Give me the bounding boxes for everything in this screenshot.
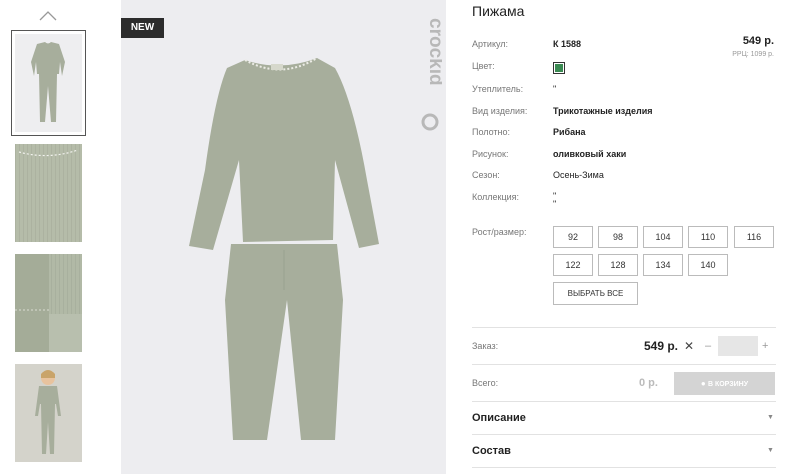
svg-text:crockid: crockid — [425, 18, 442, 86]
add-to-cart-button[interactable]: ● В КОРЗИНУ — [674, 372, 775, 395]
size-122-button[interactable]: 122 — [553, 254, 593, 276]
size-104-button[interactable]: 104 — [643, 226, 683, 248]
size-92-button[interactable]: 92 — [553, 226, 593, 248]
size-116-button[interactable]: 116 — [734, 226, 774, 248]
divider — [472, 364, 776, 365]
attr-value: Трикотажные изделия — [553, 106, 653, 116]
product-title: Пижама — [472, 3, 525, 19]
total-label: Всего: — [472, 378, 499, 388]
quantity-input[interactable] — [718, 336, 758, 356]
size-128-button[interactable]: 128 — [598, 254, 638, 276]
size-140-button[interactable]: 140 — [688, 254, 728, 276]
attr-label: Коллекция: — [472, 192, 520, 202]
add-to-cart-label: В КОРЗИНУ — [707, 381, 749, 388]
quantity-increase-button[interactable]: + — [762, 340, 768, 352]
total-value: 0 р. — [639, 377, 658, 389]
thumbnail-kid-model[interactable] — [15, 364, 82, 462]
attr-value: " — [553, 84, 557, 94]
new-badge: NEW — [121, 18, 164, 38]
thumbnail-full-product[interactable] — [11, 30, 86, 136]
size-134-button[interactable]: 134 — [643, 254, 683, 276]
select-all-button[interactable]: ВЫБРАТЬ ВСЕ — [553, 282, 638, 305]
divider — [472, 327, 776, 328]
collar-trim — [18, 149, 79, 157]
attr-value: оливковый хаки — [553, 149, 627, 159]
attr-label: Полотно: — [472, 127, 511, 137]
thumbnail-cuff[interactable] — [15, 254, 82, 352]
accordion-composition[interactable]: Состав — [472, 445, 511, 457]
color-swatch[interactable] — [553, 62, 565, 74]
divider — [472, 434, 776, 435]
swatch-fill — [555, 64, 563, 72]
main-product-image: NEW — [121, 0, 446, 474]
size-98-button[interactable]: 98 — [598, 226, 638, 248]
cuff-shape — [15, 254, 82, 352]
attr-label: Рисунок: — [472, 149, 509, 159]
product-price: 549 р. — [742, 35, 774, 47]
chevron-up-icon[interactable] — [38, 10, 58, 22]
accordion-description[interactable]: Описание — [472, 412, 526, 424]
caret-down-icon[interactable]: ▼ — [767, 447, 774, 454]
thumbnail-column — [0, 0, 100, 474]
cart-icon: ● — [700, 379, 708, 388]
attr-label: Рост/размер: — [472, 227, 527, 237]
crockid-logo-icon: crockid — [421, 18, 442, 131]
pajama-illustration — [189, 57, 379, 440]
attr-label: Вид изделия: — [472, 106, 528, 116]
times-icon: ✕ — [684, 339, 695, 353]
attr-label: Артикул: — [472, 39, 509, 49]
attr-value: К 1588 — [553, 39, 582, 49]
order-label: Заказ: — [472, 341, 499, 351]
pajama-thumbnail-image — [31, 42, 65, 122]
quantity-decrease-button[interactable]: – — [705, 340, 711, 352]
attr-value: Осень-Зима — [553, 170, 604, 180]
attr-label: Цвет: — [472, 61, 495, 71]
kid-model-image — [15, 364, 82, 462]
divider — [472, 401, 776, 402]
attr-value: " " — [553, 191, 557, 209]
divider — [472, 467, 776, 468]
attr-label: Утеплитель: — [472, 84, 524, 94]
order-price: 549 р. — [644, 339, 679, 353]
caret-down-icon[interactable]: ▼ — [767, 414, 774, 421]
rrp-price: РРЦ: 1099 р. — [732, 51, 774, 58]
size-110-button[interactable]: 110 — [688, 226, 728, 248]
attr-value: Рибана — [553, 127, 586, 137]
thumbnail-collar[interactable] — [15, 144, 82, 242]
attr-label: Сезон: — [472, 170, 500, 180]
